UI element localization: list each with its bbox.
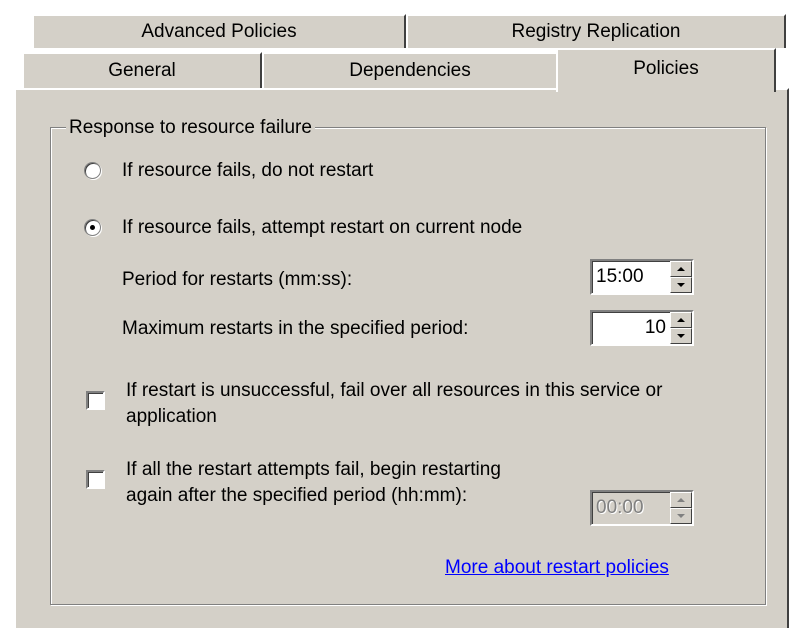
tab-general-label: General: [108, 60, 176, 81]
tab-dependencies-label: Dependencies: [349, 60, 471, 81]
period-down-button[interactable]: [670, 277, 692, 293]
failover-checkbox[interactable]: [86, 391, 105, 410]
spin-down-icon: [677, 514, 685, 518]
tab-advanced-policies-label: Advanced Policies: [141, 21, 297, 42]
max-restarts-label: Maximum restarts in the specified period…: [122, 318, 469, 339]
tab-registry-replication[interactable]: Registry Replication: [406, 14, 786, 48]
spin-up-icon: [677, 267, 685, 271]
tab-policies-label: Policies: [633, 58, 699, 79]
spin-up-icon: [677, 318, 685, 322]
restart-policies-link[interactable]: More about restart policies: [445, 557, 669, 579]
failover-label-line2[interactable]: application: [126, 406, 217, 428]
max-restarts-down-button[interactable]: [670, 328, 692, 344]
radio-attempt-restart-label[interactable]: If resource fails, attempt restart on cu…: [122, 217, 522, 239]
max-restarts-spinbox[interactable]: 10: [590, 310, 694, 346]
failover-label-line1[interactable]: If restart is unsuccessful, fail over al…: [126, 380, 662, 402]
radio-attempt-restart[interactable]: [84, 219, 101, 236]
restart-again-label-line1[interactable]: If all the restart attempts fail, begin …: [126, 459, 501, 481]
restart-again-spinbox[interactable]: 00:00: [590, 490, 694, 526]
restart-again-down-button[interactable]: [670, 508, 692, 524]
restart-again-value: 00:00: [596, 497, 644, 518]
period-value[interactable]: 15:00: [596, 266, 644, 288]
period-spinbox[interactable]: 15:00: [590, 259, 694, 295]
tab-advanced-policies[interactable]: Advanced Policies: [32, 14, 406, 48]
tab-dependencies[interactable]: Dependencies: [262, 52, 558, 88]
spin-down-icon: [677, 334, 685, 338]
radio-no-restart[interactable]: [84, 162, 101, 179]
max-restarts-up-button[interactable]: [670, 312, 692, 328]
period-up-button[interactable]: [670, 261, 692, 277]
restart-again-label-line2[interactable]: again after the specified period (hh:mm)…: [126, 485, 467, 507]
restart-again-checkbox[interactable]: [86, 470, 105, 489]
max-restarts-value[interactable]: 10: [645, 317, 666, 339]
tab-registry-replication-label: Registry Replication: [511, 21, 681, 42]
response-group-box: [50, 127, 766, 605]
spin-up-icon: [677, 498, 685, 502]
radio-no-restart-label[interactable]: If resource fails, do not restart: [122, 160, 373, 182]
period-label: Period for restarts (mm:ss):: [122, 269, 353, 290]
tab-policies[interactable]: Policies: [556, 48, 776, 92]
spin-down-icon: [677, 283, 685, 287]
tab-general[interactable]: General: [22, 52, 262, 88]
restart-again-up-button[interactable]: [670, 492, 692, 508]
radio-selected-icon: [90, 225, 95, 230]
response-group-legend: Response to resource failure: [66, 117, 315, 139]
